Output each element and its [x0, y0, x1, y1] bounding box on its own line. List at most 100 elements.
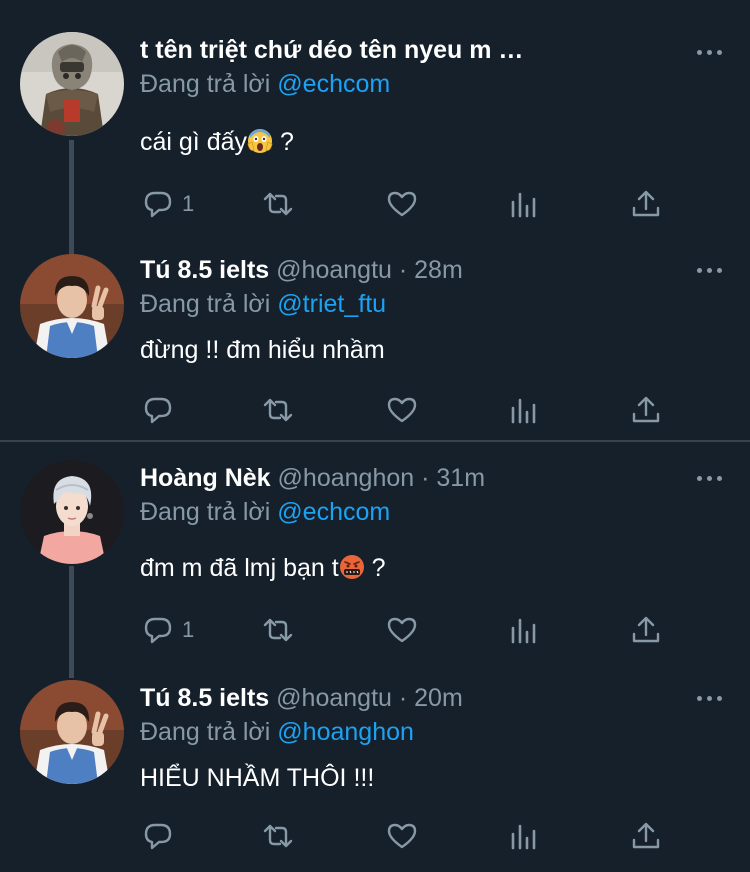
retweet-icon: [263, 618, 293, 642]
avatar[interactable]: [20, 460, 124, 564]
like-button[interactable]: [386, 390, 418, 430]
tweet-text: cái gì đấy ?: [140, 124, 294, 160]
display-name[interactable]: Tú 8.5 ielts: [140, 684, 269, 712]
share-icon: [632, 616, 660, 643]
tweet-actions: [140, 390, 680, 430]
display-name[interactable]: Tú 8.5 ielts: [140, 256, 269, 284]
like-icon: [387, 823, 417, 849]
analytics-icon: [511, 618, 536, 644]
avatar[interactable]: [20, 680, 124, 784]
tweet-time[interactable]: · 20m: [399, 684, 463, 712]
replying-to: Đang trả lời @hoanghon: [140, 714, 414, 750]
retweet-button[interactable]: [262, 184, 294, 224]
reply-mention-link[interactable]: @echcom: [277, 70, 390, 98]
tweet-text-content: đm m đã lmj bạn t: [140, 554, 339, 582]
thread-divider: [0, 440, 750, 442]
analytics-icon: [511, 192, 536, 218]
reply-icon: [144, 823, 172, 850]
reply-count: 1: [182, 617, 195, 642]
tweet[interactable]: t tên triệt chứ déo tên nyeu m … Đang tr…: [0, 30, 750, 260]
analytics-icon: [511, 824, 536, 850]
replying-to-label: Đang trả lời: [140, 498, 271, 526]
user-handle[interactable]: @hoangtu: [276, 684, 392, 712]
share-icon: [632, 190, 660, 217]
user-handle[interactable]: @hoanghon: [278, 464, 415, 492]
like-button[interactable]: [386, 816, 418, 856]
thread-connector-line: [69, 566, 74, 678]
analytics-button[interactable]: [508, 390, 540, 430]
replying-to: Đang trả lời @echcom: [140, 66, 390, 102]
reply-button[interactable]: 1: [142, 610, 194, 650]
reply-button[interactable]: [142, 390, 174, 430]
tweet-text-content: HIỂU NHẦM THÔI !!!: [140, 764, 375, 792]
tweet-header: Tú 8.5 ielts @hoangtu · 20m: [140, 680, 730, 716]
tweet[interactable]: Tú 8.5 ielts @hoangtu · 20m Đang trả lời…: [0, 680, 750, 872]
tweet-text-content: cái gì đấy: [140, 128, 248, 156]
retweet-button[interactable]: [262, 816, 294, 856]
tweet-header: t tên triệt chứ déo tên nyeu m …: [140, 32, 730, 68]
tweet[interactable]: Hoàng Nèk @hoanghon · 31m Đang trả lời @…: [0, 460, 750, 678]
retweet-icon: [263, 398, 293, 422]
reply-count: 1: [182, 191, 195, 216]
reply-button[interactable]: 1: [142, 184, 194, 224]
share-button[interactable]: [630, 184, 662, 224]
tweet-text: đm m đã lmj bạn t ?: [140, 550, 386, 586]
analytics-button[interactable]: [508, 610, 540, 650]
reply-icon: [144, 191, 172, 218]
retweet-icon: [263, 192, 293, 216]
share-button[interactable]: [630, 610, 662, 650]
tweet-time[interactable]: · 31m: [421, 464, 485, 492]
avatar[interactable]: [20, 254, 124, 358]
tweet-header: Hoàng Nèk @hoanghon · 31m: [140, 460, 730, 496]
share-button[interactable]: [630, 390, 662, 430]
reply-button[interactable]: [142, 816, 174, 856]
thread-connector-line: [69, 140, 74, 260]
tweet-text: HIỂU NHẦM THÔI !!!: [140, 760, 374, 796]
replying-to: Đang trả lời @triet_ftu: [140, 286, 386, 322]
tweet[interactable]: Tú 8.5 ielts @hoangtu · 28m Đang trả lời…: [0, 252, 750, 440]
replying-to-label: Đang trả lời: [140, 70, 271, 98]
tweet-actions: [140, 816, 680, 856]
share-icon: [632, 822, 660, 849]
user-handle[interactable]: @hoangtu: [276, 256, 392, 284]
replying-to-label: Đang trả lời: [140, 718, 271, 746]
face-with-symbols-on-mouth-emoji: [339, 555, 364, 579]
more-icon[interactable]: [694, 260, 724, 280]
share-icon: [632, 396, 660, 423]
face-screaming-in-fear-emoji: [247, 129, 273, 153]
like-button[interactable]: [386, 610, 418, 650]
replying-to-label: Đang trả lời: [140, 290, 271, 318]
like-icon: [387, 191, 417, 217]
tweet-text-suffix: ?: [273, 128, 294, 156]
analytics-icon: [511, 398, 536, 424]
tweet-header: Tú 8.5 ielts @hoangtu · 28m: [140, 252, 730, 288]
like-icon: [387, 397, 417, 423]
retweet-button[interactable]: [262, 390, 294, 430]
share-button[interactable]: [630, 816, 662, 856]
tweet-text: đừng !! đm hiểu nhầm: [140, 332, 385, 368]
reply-mention-link[interactable]: @echcom: [277, 498, 390, 526]
reply-mention-link[interactable]: @hoanghon: [277, 718, 414, 746]
display-name[interactable]: Hoàng Nèk: [140, 464, 271, 492]
reply-icon: [144, 617, 172, 644]
tweet-actions: 1: [140, 610, 680, 650]
replying-to: Đang trả lời @echcom: [140, 494, 390, 530]
display-name[interactable]: t tên triệt chứ déo tên nyeu m …: [140, 36, 523, 64]
more-icon[interactable]: [694, 688, 724, 708]
avatar[interactable]: [20, 32, 124, 136]
like-icon: [387, 617, 417, 643]
analytics-button[interactable]: [508, 184, 540, 224]
reply-mention-link[interactable]: @triet_ftu: [277, 290, 386, 318]
reply-icon: [144, 397, 172, 424]
retweet-button[interactable]: [262, 610, 294, 650]
tweet-text-content: đừng !! đm hiểu nhầm: [140, 336, 385, 364]
more-icon[interactable]: [694, 468, 724, 488]
tweet-actions: 1: [140, 184, 680, 224]
tweet-text-suffix: ?: [364, 554, 386, 582]
retweet-icon: [263, 824, 293, 848]
like-button[interactable]: [386, 184, 418, 224]
tweet-time[interactable]: · 28m: [399, 256, 463, 284]
more-icon[interactable]: [694, 42, 724, 62]
analytics-button[interactable]: [508, 816, 540, 856]
tweet-thread-feed: t tên triệt chứ déo tên nyeu m … Đang tr…: [0, 0, 750, 872]
